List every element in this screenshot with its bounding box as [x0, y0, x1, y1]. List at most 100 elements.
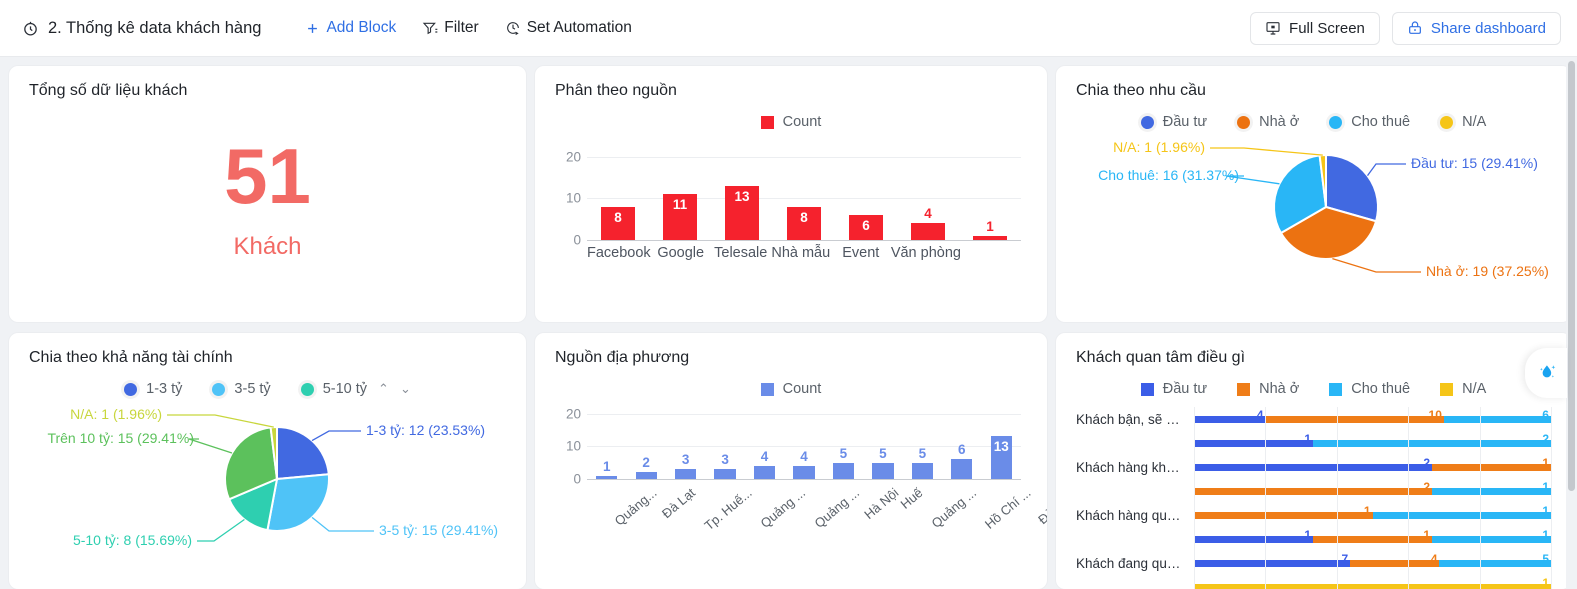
legend-item-count[interactable]: Count	[760, 114, 822, 130]
filter-button[interactable]: Filter	[422, 19, 479, 37]
bar[interactable]	[951, 459, 973, 479]
legend-item-1[interactable]: 1-3 tỷ	[124, 381, 182, 397]
legend-item-2[interactable]: Nhà ở	[1237, 114, 1299, 130]
legend-swatch-icon	[1329, 115, 1343, 129]
bar-item[interactable]: 3	[666, 407, 705, 479]
stacked-bar-segment[interactable]: 7	[1194, 552, 1351, 567]
kpi-value: 51	[224, 132, 311, 220]
card-title: Khách quan tâm điều gì	[1076, 349, 1246, 366]
stacked-bar-segment[interactable]: 1	[1372, 504, 1551, 519]
bar-value-label: 5	[879, 445, 887, 461]
bar[interactable]	[753, 465, 776, 479]
stacked-bar-segment[interactable]: 1	[1194, 432, 1313, 447]
stacked-bar-segment[interactable]: 4	[1350, 552, 1440, 567]
legend-item-3[interactable]: Cho thuê	[1329, 381, 1410, 397]
share-dashboard-button[interactable]: Share dashboard	[1391, 11, 1561, 45]
segment-value-label: 10	[1428, 407, 1442, 422]
legend-label: Count	[782, 114, 822, 130]
stacked-bar-segment[interactable]: 1	[1194, 576, 1551, 589]
bar-item[interactable]: 1	[587, 407, 626, 479]
bar-item[interactable]: 6	[942, 407, 981, 479]
bar-value-label: 3	[681, 452, 690, 468]
stacked-bar-segment[interactable]: 10	[1265, 408, 1444, 423]
bar[interactable]	[911, 223, 945, 240]
bar[interactable]	[872, 462, 894, 479]
legend-item-3[interactable]: 5-10 tỷ ⌃ ⌄	[300, 381, 411, 397]
bar[interactable]	[793, 465, 815, 479]
legend-swatch-icon	[1329, 382, 1343, 396]
pie-slice-label: Trên 10 tỷ: 15 (29.41%)	[47, 430, 194, 446]
bar[interactable]	[714, 469, 736, 479]
bar-item[interactable]: 13	[982, 407, 1021, 479]
legend-item-1[interactable]: Đầu tư	[1140, 114, 1207, 130]
scrollbar-thumb[interactable]	[1568, 61, 1575, 491]
bar-item[interactable]: 2	[626, 407, 665, 479]
row-category-label: Khách hàng quan ...	[1076, 507, 1194, 523]
ai-assistant-button[interactable]	[1525, 348, 1567, 398]
segment-value-label: 4	[1256, 407, 1264, 422]
stacked-bar-segment[interactable]: 1	[1313, 528, 1432, 543]
x-axis-tick-label: Đà Lạt	[658, 485, 698, 522]
page-title: 2. Thống kê data khách hàng	[48, 18, 262, 37]
bar[interactable]	[911, 462, 933, 479]
chart-legend: 1-3 tỷ 3-5 tỷ 5-10 tỷ ⌃ ⌄	[29, 381, 506, 397]
legend-swatch-icon	[300, 382, 314, 396]
bar-value-label: 4	[924, 206, 932, 222]
pie-leader-line	[197, 518, 245, 542]
full-screen-button[interactable]: Full Screen	[1250, 11, 1380, 45]
legend-item-4[interactable]: N/A	[1440, 114, 1486, 130]
kpi-unit: Khách	[233, 233, 302, 260]
bar-item[interactable]: 5	[903, 407, 942, 479]
legend-item-count[interactable]: Count	[760, 381, 821, 397]
stacked-bar-track: 1	[1194, 575, 1551, 589]
set-automation-button[interactable]: Set Automation	[505, 19, 632, 37]
chevron-up-icon[interactable]: ⌃	[378, 381, 389, 397]
bar-item[interactable]: 8	[587, 140, 649, 240]
stacked-bar-segment[interactable]: 4	[1194, 408, 1266, 423]
bar[interactable]	[635, 472, 657, 479]
pie-leader-line	[311, 516, 374, 532]
bar-item[interactable]: 3	[705, 407, 744, 479]
legend-swatch-icon	[212, 382, 226, 396]
bar[interactable]	[674, 469, 697, 479]
bar[interactable]	[973, 235, 1007, 240]
stacked-bar-segment[interactable]: 1	[1432, 456, 1551, 471]
pie-slice-label: 3-5 tỷ: 15 (29.41%)	[379, 522, 499, 538]
legend-item-3[interactable]: Cho thuê	[1329, 114, 1410, 130]
bar-item[interactable]: 4	[784, 407, 823, 479]
stacked-bar-segment[interactable]: 2	[1313, 432, 1551, 447]
stacked-bar-segment[interactable]: 1	[1194, 528, 1313, 543]
bar-item[interactable]: 4	[897, 140, 959, 240]
stacked-bar-track: 7 4 5	[1194, 551, 1551, 575]
segment-value-label: 1	[1542, 527, 1549, 542]
chevron-down-icon[interactable]: ⌄	[400, 381, 411, 397]
bar-item[interactable]: 1	[959, 140, 1021, 240]
segment-value-label: 1	[1304, 527, 1311, 542]
legend-item-1[interactable]: Đầu tư	[1140, 381, 1207, 397]
chart-axis-line	[587, 240, 1021, 241]
stacked-bar-segment[interactable]: 2	[1194, 456, 1432, 471]
stacked-bar-segment[interactable]: 1	[1432, 480, 1551, 495]
bar-item[interactable]: 5	[824, 407, 863, 479]
stacked-bar-segment[interactable]: 5	[1439, 552, 1551, 567]
pie-leader-line	[188, 438, 233, 454]
legend-item-2[interactable]: 3-5 tỷ	[212, 381, 271, 397]
bar[interactable]	[832, 462, 855, 479]
stacked-bar-segment[interactable]: 2	[1194, 480, 1432, 495]
bar-item[interactable]: 4	[745, 407, 784, 479]
stacked-bar-segment[interactable]: 1	[1194, 504, 1373, 519]
bar-item[interactable]: 8	[773, 140, 835, 240]
vertical-scrollbar[interactable]	[1566, 57, 1577, 589]
bar[interactable]	[596, 475, 618, 479]
add-block-button[interactable]: Add Block	[305, 19, 396, 37]
bar-item[interactable]: 11	[649, 140, 711, 240]
bar-item[interactable]: 6	[835, 140, 897, 240]
bar-item[interactable]: 13	[711, 140, 773, 240]
stacked-bar-track: 21	[1194, 455, 1551, 479]
stacked-bar-segment[interactable]: 1	[1432, 528, 1551, 543]
stacked-bar-segment[interactable]: 6	[1443, 408, 1551, 423]
legend-item-4[interactable]: N/A	[1440, 381, 1486, 397]
water-drop-sparkle-icon	[1534, 361, 1559, 386]
legend-item-2[interactable]: Nhà ở	[1237, 381, 1299, 397]
bar-item[interactable]: 5	[863, 407, 902, 479]
